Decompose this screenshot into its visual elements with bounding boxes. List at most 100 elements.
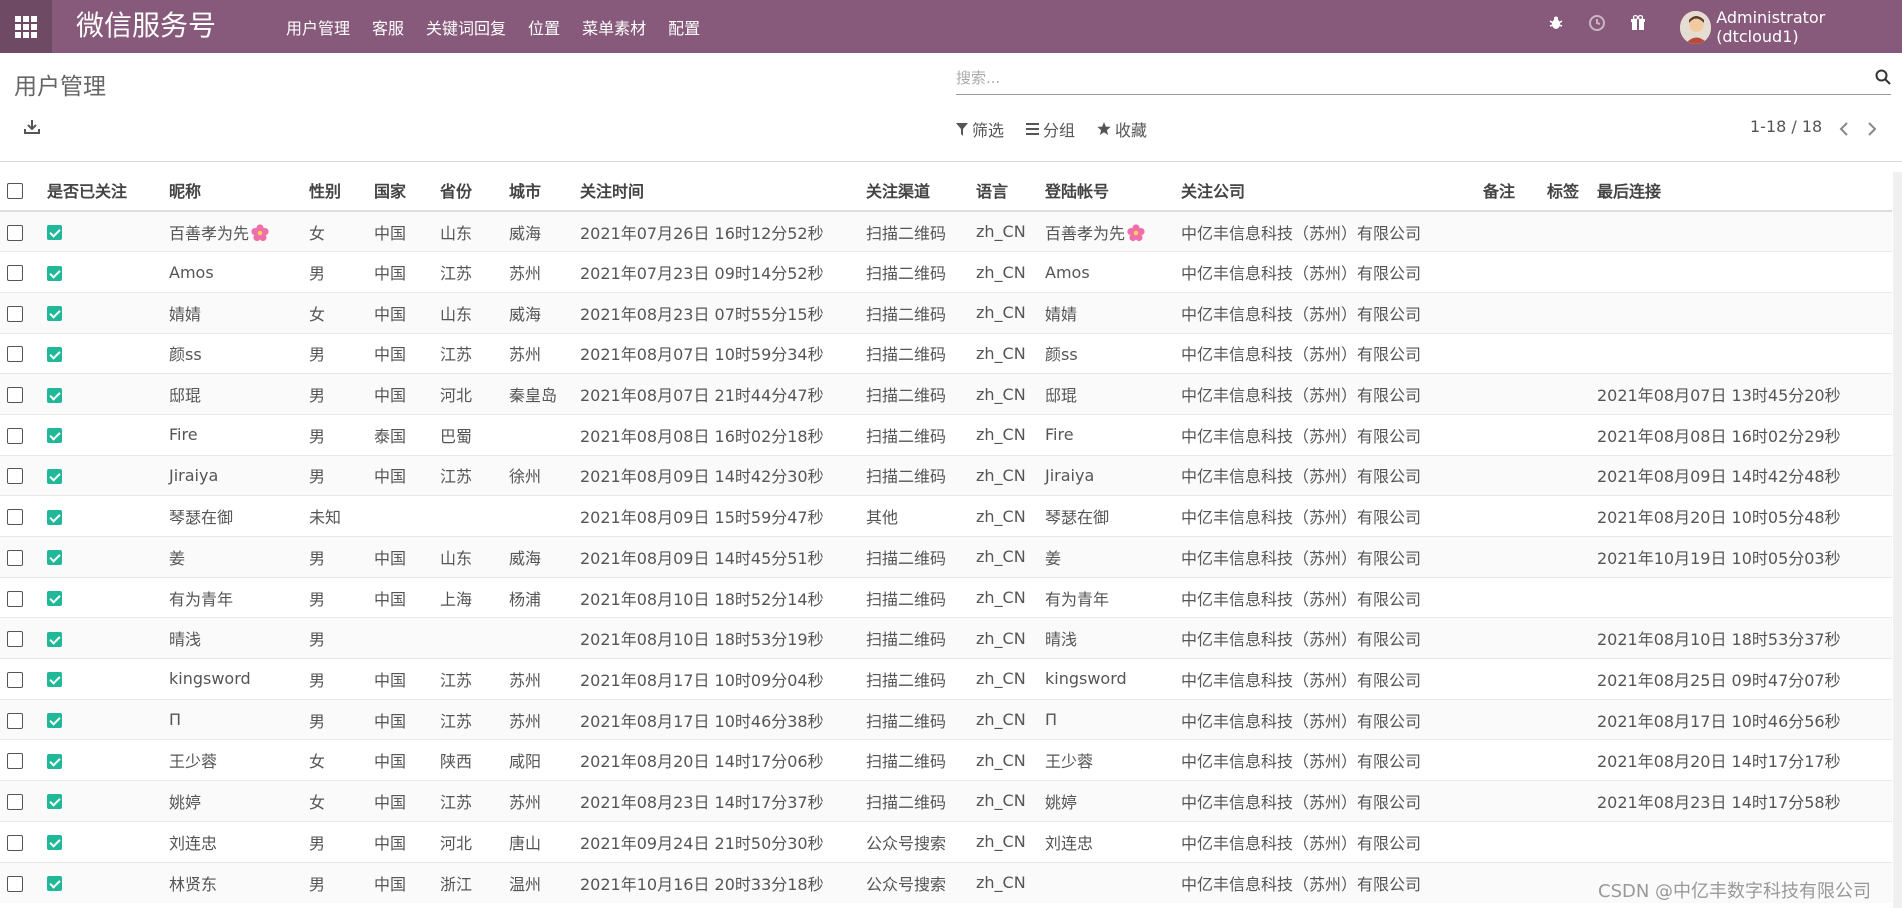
row-select-checkbox[interactable] xyxy=(7,712,23,729)
row-select-checkbox[interactable] xyxy=(7,875,23,892)
row-select-checkbox[interactable] xyxy=(7,834,23,851)
download-icon xyxy=(24,120,40,134)
row-select-checkbox[interactable] xyxy=(7,427,23,444)
column-header-province[interactable]: 省份 xyxy=(433,169,502,212)
cell-channel: 其他 xyxy=(859,495,969,537)
table-row[interactable]: Fire 男 泰国 巴蜀 2021年08月08日 16时02分18秒 扫描二维码 zh_CN… xyxy=(0,413,1892,456)
table-row[interactable]: 有为青年 男 中国 上海 杨浦 2021年08月10日 18时52分14秒 扫描二维码 zh_… xyxy=(0,576,1892,618)
filter-label: 筛选 xyxy=(972,121,1005,140)
table-row[interactable]: Jiraiya 男 中国 江苏 徐州 2021年08月09日 14时42分30秒 扫描二维码… xyxy=(0,454,1892,496)
column-header-country[interactable]: 国家 xyxy=(367,169,433,212)
cell-last-text: 2021年08月20日 10时05分48秒 xyxy=(1597,508,1841,528)
flower-emoji-icon xyxy=(1125,223,1145,243)
row-select-checkbox[interactable] xyxy=(7,590,23,607)
menu-item-location[interactable]: 位置 xyxy=(528,15,560,39)
menu-item-users[interactable]: 用户管理 xyxy=(286,15,350,39)
pager-previous-button[interactable] xyxy=(1830,118,1858,140)
row-select-checkbox[interactable] xyxy=(7,305,23,322)
row-select-checkbox[interactable] xyxy=(7,468,23,485)
top-navbar: 微信服务号 用户管理 客服 关键词回复 位置 菜单素材 配置 Administr… xyxy=(0,0,1902,53)
apps-menu-button[interactable] xyxy=(0,0,52,53)
table-row[interactable]: 姜 男 中国 山东 威海 2021年08月09日 14时45分51秒 扫描二维码 zh_CN 姜… xyxy=(0,536,1892,578)
user-menu[interactable]: Administrator (dtcloud1) xyxy=(1680,8,1902,46)
row-select-checkbox[interactable] xyxy=(7,346,23,363)
column-header-tag[interactable]: 标签 xyxy=(1540,169,1590,212)
filter-button[interactable]: 筛选 xyxy=(956,117,1004,141)
cell-province-text: 河北 xyxy=(440,386,473,406)
search-icon[interactable] xyxy=(1875,69,1891,89)
table-row[interactable]: 晴浅 男 2021年08月10日 18时53分19秒 扫描二维码 zh_CN 晴浅 中亿丰信… xyxy=(0,617,1892,659)
cell-gender-text: 女 xyxy=(309,304,326,324)
cell-city: 徐州 xyxy=(502,454,573,496)
gift-icon[interactable] xyxy=(1628,12,1648,34)
cell-gender-text: 男 xyxy=(309,711,326,731)
table-row[interactable]: 婧婧 女 中国 山东 威海 2021年08月23日 07时55分15秒 扫描二维码 zh_CN… xyxy=(0,291,1892,334)
clock-icon[interactable] xyxy=(1587,12,1607,34)
row-select-checkbox[interactable] xyxy=(7,631,23,648)
cell-gender: 女 xyxy=(302,739,367,781)
table-row[interactable]: 百善孝为先 女 中国 山东 威海 2021年07月26日 16时12分52秒 扫描二维码 zh… xyxy=(0,210,1892,252)
column-header-company[interactable]: 关注公司 xyxy=(1174,169,1476,212)
table-row[interactable]: 姚婷 女 中国 江苏 苏州 2021年08月23日 14时17分37秒 扫描二维码 zh_CN… xyxy=(0,780,1892,822)
vertical-scrollbar[interactable] xyxy=(1893,172,1902,908)
cell-city: 杨浦 xyxy=(502,576,573,618)
column-header-last-connection[interactable]: 最后连接 xyxy=(1590,169,1892,212)
table-row[interactable]: Amos 男 中国 江苏 苏州 2021年07月23日 09时14分52秒 扫描二维码 zh_… xyxy=(0,251,1892,293)
column-header-gender[interactable]: 性别 xyxy=(302,169,367,212)
menu-item-keyword-reply[interactable]: 关键词回复 xyxy=(426,15,506,39)
table-row[interactable]: kingsword 男 中国 江苏 苏州 2021年08月17日 10时09分04秒 扫描二… xyxy=(0,658,1892,700)
row-select-cell xyxy=(0,373,40,415)
menu-item-config[interactable]: 配置 xyxy=(668,15,700,39)
row-select-checkbox[interactable] xyxy=(7,265,23,282)
menu-item-menu-material[interactable]: 菜单素材 xyxy=(582,15,646,39)
row-select-checkbox[interactable] xyxy=(7,387,23,404)
cell-lang: zh_CN xyxy=(969,576,1038,618)
column-header-follow-time[interactable]: 关注时间 xyxy=(573,169,859,212)
row-select-checkbox[interactable] xyxy=(7,549,23,566)
row-select-checkbox[interactable] xyxy=(7,671,23,688)
download-button[interactable] xyxy=(24,119,40,139)
row-select-checkbox[interactable] xyxy=(7,509,23,526)
search-bar xyxy=(956,64,1891,95)
cell-last-text: 2021年08月17日 10时46分56秒 xyxy=(1597,711,1841,731)
followed-checkbox xyxy=(47,794,62,810)
column-header-nickname[interactable]: 昵称 xyxy=(162,169,302,212)
table-row[interactable]: Π 男 中国 江苏 苏州 2021年08月17日 10时46分38秒 扫描二维码 zh_CN Π… xyxy=(0,698,1892,740)
pager-value[interactable]: 1-18 / 18 xyxy=(1750,117,1822,136)
column-header-channel[interactable]: 关注渠道 xyxy=(859,169,969,212)
group-by-button[interactable]: 分组 xyxy=(1026,117,1075,141)
followed-checkbox xyxy=(47,509,62,525)
column-header-followed[interactable]: 是否已关注 xyxy=(40,169,162,212)
cell-company-text: 中亿丰信息科技（苏州）有限公司 xyxy=(1181,467,1422,487)
table-row[interactable]: 颜ss 男 中国 江苏 苏州 2021年08月07日 10时59分34秒 扫描二维码 zh_C… xyxy=(0,332,1892,374)
cell-city-text: 苏州 xyxy=(509,670,542,690)
row-select-checkbox[interactable] xyxy=(7,224,23,241)
table-row[interactable]: 琴瑟在御 未知 2021年08月09日 15时59分47秒 其他 zh_CN 琴瑟在御 中亿… xyxy=(0,495,1892,537)
column-header-note[interactable]: 备注 xyxy=(1476,169,1540,212)
column-header-language[interactable]: 语言 xyxy=(969,169,1038,212)
row-select-checkbox[interactable] xyxy=(7,753,23,770)
column-header-city[interactable]: 城市 xyxy=(502,169,573,212)
table-row[interactable]: 王少蓉 女 中国 陕西 咸阳 2021年08月20日 14时17分06秒 扫描二维码 zh_C… xyxy=(0,739,1892,781)
cell-last xyxy=(1590,291,1892,334)
row-select-checkbox[interactable] xyxy=(7,793,23,810)
bug-icon[interactable] xyxy=(1546,12,1566,34)
cell-channel-text: 扫描二维码 xyxy=(866,630,947,650)
cell-last-text: 2021年08月08日 16时02分29秒 xyxy=(1597,426,1841,446)
cell-account-text: 姜 xyxy=(1045,548,1062,568)
favorites-button[interactable]: 收藏 xyxy=(1097,117,1147,141)
pager-next-button[interactable] xyxy=(1858,118,1886,140)
column-header-account[interactable]: 登陆帐号 xyxy=(1038,169,1174,212)
row-select-cell xyxy=(0,658,40,700)
cell-last: 2021年08月25日 09时47分07秒 xyxy=(1590,658,1892,700)
cell-lang-text: zh_CN xyxy=(976,750,1026,770)
table-row[interactable]: 邸琨 男 中国 河北 秦皇岛 2021年08月07日 21时44分47秒 扫描二维码 zh_C… xyxy=(0,373,1892,415)
search-input[interactable] xyxy=(956,64,1856,92)
cell-company: 中亿丰信息科技（苏州）有限公司 xyxy=(1174,698,1476,740)
select-all-checkbox[interactable] xyxy=(7,182,23,199)
menu-item-customer-service[interactable]: 客服 xyxy=(372,15,404,39)
table-row[interactable]: 刘连忠 男 中国 河北 唐山 2021年09月24日 21时50分30秒 公众号搜索 zh_C… xyxy=(0,820,1892,862)
cell-lang: zh_CN xyxy=(969,617,1038,659)
app-brand[interactable]: 微信服务号 xyxy=(76,7,216,45)
cell-lang-text: zh_CN xyxy=(976,832,1026,852)
